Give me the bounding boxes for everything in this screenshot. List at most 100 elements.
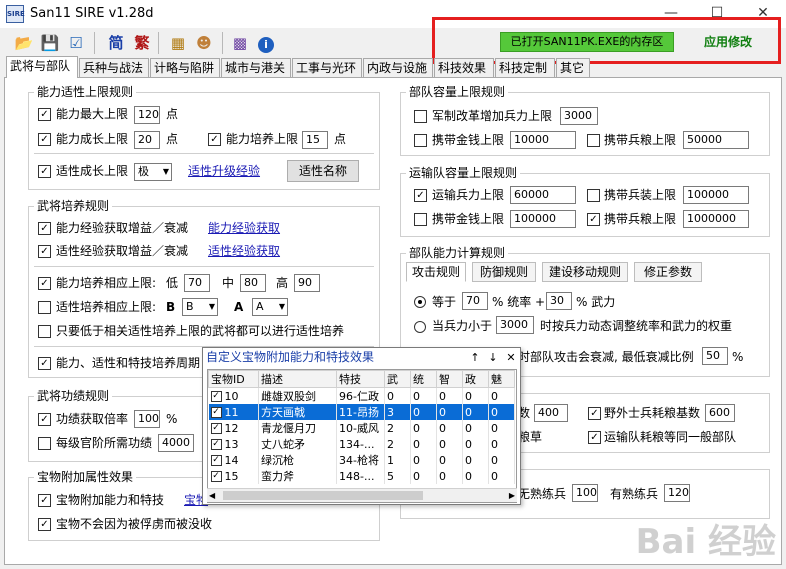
traditional-chinese-button[interactable]: 繁 (130, 31, 154, 55)
field-supply-checkbox[interactable]: ✓ (588, 407, 601, 420)
unit-gold-checkbox[interactable] (414, 134, 427, 147)
treasure-keep-checkbox[interactable]: ✓ (38, 518, 51, 531)
merit-rate-input[interactable]: 100 (134, 410, 160, 428)
train-cycle-checkbox[interactable]: ✓ (38, 357, 51, 370)
transport-gold-checkbox[interactable] (414, 213, 427, 226)
supply-base-input[interactable]: 400 (534, 404, 568, 422)
b-select[interactable]: B ▼ (182, 298, 218, 316)
train-limit-checkbox[interactable]: ✓ (208, 133, 221, 146)
below-radio[interactable] (414, 321, 426, 333)
merit-rate-checkbox[interactable]: ✓ (38, 413, 51, 426)
scroll-thumb[interactable] (223, 491, 423, 500)
force-percent-input[interactable]: 30 (546, 292, 572, 310)
mid-input[interactable]: 80 (240, 274, 266, 292)
transport-troop-input[interactable]: 60000 (510, 186, 576, 204)
apt-gain-checkbox[interactable]: ✓ (38, 245, 51, 258)
row-checkbox[interactable]: ✓ (210, 439, 222, 450)
row-checkbox[interactable]: ✓ (210, 407, 222, 418)
transport-weapon-checkbox[interactable] (587, 189, 600, 202)
move-up-button[interactable]: ↑ (467, 349, 483, 366)
growth-limit-input[interactable]: 20 (134, 131, 160, 149)
game-icon[interactable]: ▦ (166, 31, 190, 55)
apt-names-button[interactable]: 适性名称 (287, 160, 359, 182)
apt-cap-checkbox[interactable] (38, 301, 51, 314)
col-id[interactable]: 宝物ID (208, 370, 259, 388)
unit-gold-input[interactable]: 10000 (510, 131, 576, 149)
decay-input[interactable]: 50 (702, 347, 728, 365)
apt-gain-link[interactable]: 适性经验获取 (208, 243, 280, 259)
row-checkbox[interactable]: ✓ (210, 391, 222, 402)
growth-limit-checkbox[interactable]: ✓ (38, 133, 51, 146)
row-checkbox[interactable]: ✓ (210, 423, 222, 434)
scroll-left-icon[interactable]: ◀ (209, 489, 215, 502)
low-input[interactable]: 70 (184, 274, 210, 292)
transport-supply-checkbox[interactable]: ✓ (588, 431, 601, 444)
col-lead[interactable]: 统 (410, 370, 437, 388)
scroll-right-icon[interactable]: ▶ (509, 489, 515, 502)
tab-tech-effects[interactable]: 科技效果 (434, 58, 494, 77)
tab-troops-tactics[interactable]: 兵种与战法 (79, 58, 149, 77)
tab-cities-ports[interactable]: 城市与港关 (221, 58, 291, 77)
table-row[interactable]: ✓ 12 青龙偃月刀 10-威风 2 0 0 0 0 (208, 420, 515, 436)
tab-politics-facilities[interactable]: 内政与设施 (363, 58, 433, 77)
move-down-button[interactable]: ↓ (485, 349, 501, 366)
col-cha[interactable]: 魅 (488, 370, 515, 388)
subtab-correction[interactable]: 修正参数 (634, 262, 702, 282)
open-folder-icon[interactable]: 📂 (12, 31, 36, 55)
subtab-attack[interactable]: 攻击规则 (406, 262, 466, 282)
unit-food-input[interactable]: 50000 (683, 131, 749, 149)
max-limit-input[interactable]: 120 (134, 106, 160, 124)
col-int[interactable]: 智 (436, 370, 463, 388)
below-input[interactable]: 3000 (496, 316, 534, 334)
tab-tech-custom[interactable]: 科技定制 (495, 58, 555, 77)
apt-upgrade-exp-link[interactable]: 适性升级经验 (188, 163, 260, 179)
subtab-defense[interactable]: 防御规则 (472, 262, 536, 282)
col-desc[interactable]: 描述 (258, 370, 337, 388)
skilled-input[interactable]: 120 (664, 484, 690, 502)
equal-radio[interactable] (414, 296, 426, 308)
transport-food-checkbox[interactable]: ✓ (587, 213, 600, 226)
train-limit-input[interactable]: 15 (302, 131, 328, 149)
transport-weapon-input[interactable]: 100000 (683, 186, 749, 204)
treasure-add-checkbox[interactable]: ✓ (38, 494, 51, 507)
simplified-chinese-button[interactable]: 简 (104, 31, 128, 55)
save-icon[interactable]: 💾 (38, 31, 62, 55)
ability-cap-checkbox[interactable]: ✓ (38, 277, 51, 290)
unskilled-input[interactable]: 100 (572, 484, 598, 502)
character-icon[interactable]: ☻ (192, 31, 216, 55)
max-limit-checkbox[interactable]: ✓ (38, 108, 51, 121)
info-icon[interactable]: i (254, 31, 278, 55)
col-pol[interactable]: 政 (462, 370, 489, 388)
exp-gain-checkbox[interactable]: ✓ (38, 222, 51, 235)
subtab-build-move[interactable]: 建设移动规则 (542, 262, 628, 282)
lead-percent-input[interactable]: 70 (462, 292, 488, 310)
col-war[interactable]: 武 (384, 370, 411, 388)
table-row[interactable]: ✓ 15 蛮力斧 148-... 5 0 0 0 0 (208, 468, 515, 484)
table-row[interactable]: ✓ 14 绿沉枪 34-枪将 1 0 0 0 0 (208, 452, 515, 468)
army-reform-input[interactable]: 3000 (560, 107, 598, 125)
row-checkbox[interactable]: ✓ (210, 455, 222, 466)
unit-food-checkbox[interactable] (587, 134, 600, 147)
memory-icon[interactable]: ▩ (228, 31, 252, 55)
table-row[interactable]: ✓ 11 方天画戟 11-昂扬 3 0 0 0 0 (208, 404, 515, 420)
only-lower-checkbox[interactable] (38, 325, 51, 338)
rank-merit-checkbox[interactable] (38, 437, 51, 450)
army-reform-checkbox[interactable] (414, 110, 427, 123)
rank-merit-input[interactable]: 4000 (158, 434, 194, 452)
apt-growth-checkbox[interactable]: ✓ (38, 165, 51, 178)
row-checkbox[interactable]: ✓ (210, 471, 222, 482)
dialog-close-button[interactable]: ✕ (503, 349, 519, 366)
tab-generals-units[interactable]: 武将与部队 (6, 56, 78, 78)
table-row[interactable]: ✓ 10 雌雄双股剑 96-仁政 0 0 0 0 0 (208, 387, 515, 404)
table-row[interactable]: ✓ 13 丈八蛇矛 134-... 2 0 0 0 0 (208, 436, 515, 452)
transport-gold-input[interactable]: 100000 (510, 210, 576, 228)
apt-growth-select[interactable]: 极 ▼ (134, 163, 172, 181)
exp-gain-link[interactable]: 能力经验获取 (208, 220, 280, 236)
tab-other[interactable]: 其它 (556, 58, 590, 77)
horizontal-scrollbar[interactable]: ◀ ▶ (207, 488, 517, 502)
transport-troop-checkbox[interactable]: ✓ (414, 189, 427, 202)
col-skill[interactable]: 特技 (336, 370, 385, 388)
tab-strategy-traps[interactable]: 计略与陷阱 (150, 58, 220, 77)
tab-works-aura[interactable]: 工事与光环 (292, 58, 362, 77)
checklist-icon[interactable]: ☑ (64, 31, 88, 55)
